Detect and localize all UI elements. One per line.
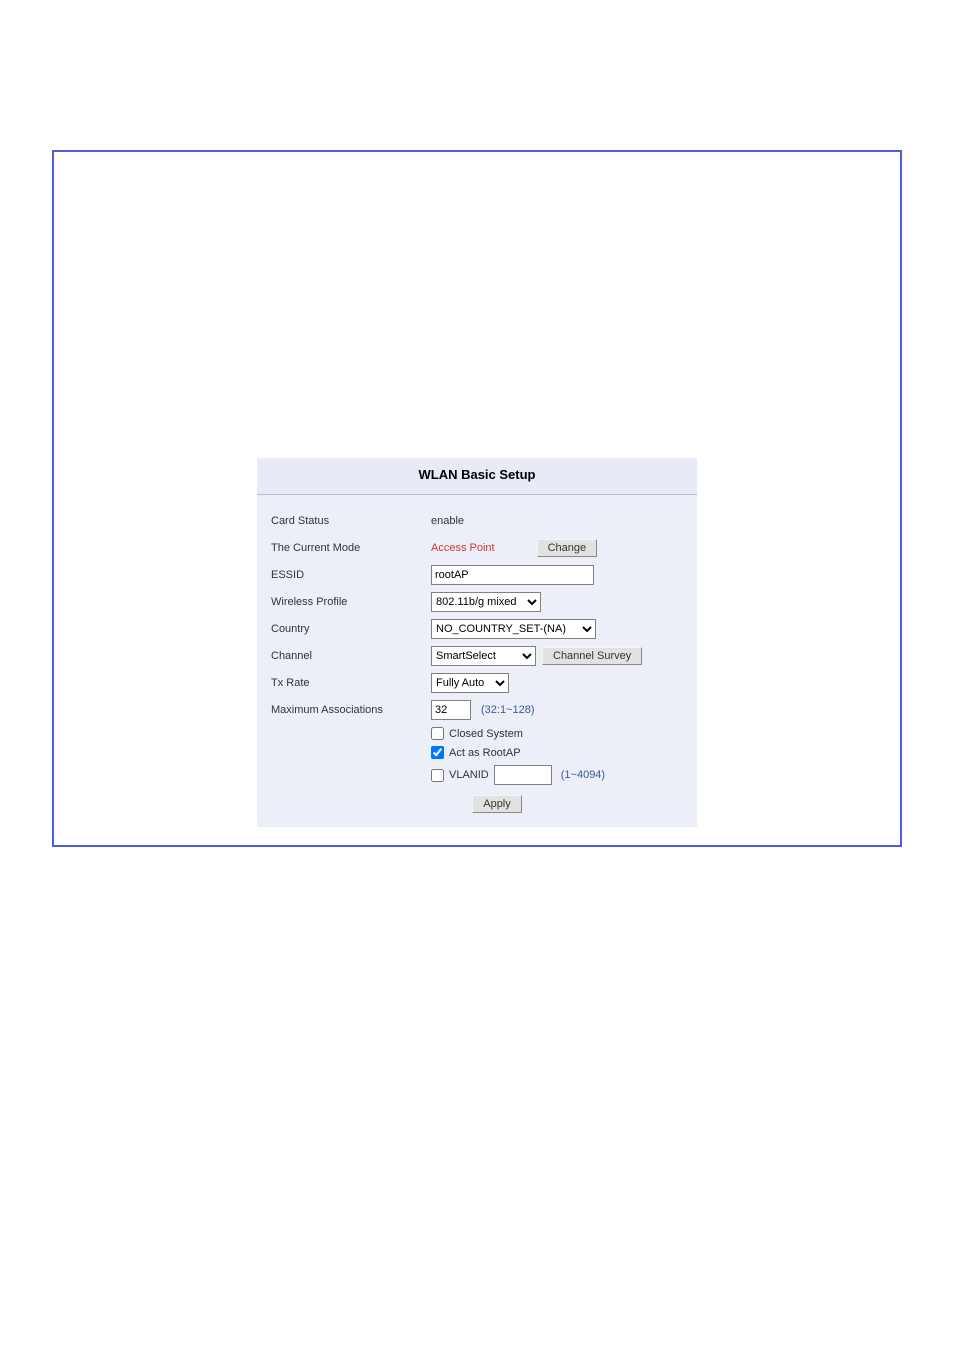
- closed-system-checkbox[interactable]: [431, 727, 444, 740]
- channel-label: Channel: [271, 650, 431, 662]
- channel-select[interactable]: SmartSelect: [431, 646, 536, 666]
- current-mode-value: Access Point: [431, 542, 495, 554]
- panel-title: WLAN Basic Setup: [257, 458, 697, 495]
- wireless-profile-label: Wireless Profile: [271, 596, 431, 608]
- vlanid-checkbox[interactable]: [431, 769, 444, 782]
- country-label: Country: [271, 623, 431, 635]
- card-status-value: enable: [431, 515, 464, 527]
- wireless-profile-select[interactable]: 802.11b/g mixed: [431, 592, 541, 612]
- act-as-rootap-checkbox[interactable]: [431, 746, 444, 759]
- essid-input[interactable]: [431, 565, 594, 585]
- current-mode-label: The Current Mode: [271, 542, 431, 554]
- act-as-rootap-label: Act as RootAP: [449, 747, 521, 759]
- essid-label: ESSID: [271, 569, 431, 581]
- tx-rate-select[interactable]: Fully Auto: [431, 673, 509, 693]
- country-select[interactable]: NO_COUNTRY_SET-(NA): [431, 619, 596, 639]
- vlanid-label: VLANID: [449, 769, 489, 781]
- vlanid-input[interactable]: [494, 765, 552, 785]
- max-assoc-input[interactable]: [431, 700, 471, 720]
- max-assoc-hint: (32:1~128): [481, 704, 535, 716]
- max-assoc-label: Maximum Associations: [271, 704, 431, 716]
- apply-button[interactable]: Apply: [472, 795, 522, 813]
- closed-system-label: Closed System: [449, 728, 523, 740]
- card-status-label: Card Status: [271, 515, 431, 527]
- channel-survey-button[interactable]: Channel Survey: [542, 647, 642, 665]
- vlanid-hint: (1~4094): [561, 769, 605, 781]
- tx-rate-label: Tx Rate: [271, 677, 431, 689]
- change-button[interactable]: Change: [537, 539, 598, 557]
